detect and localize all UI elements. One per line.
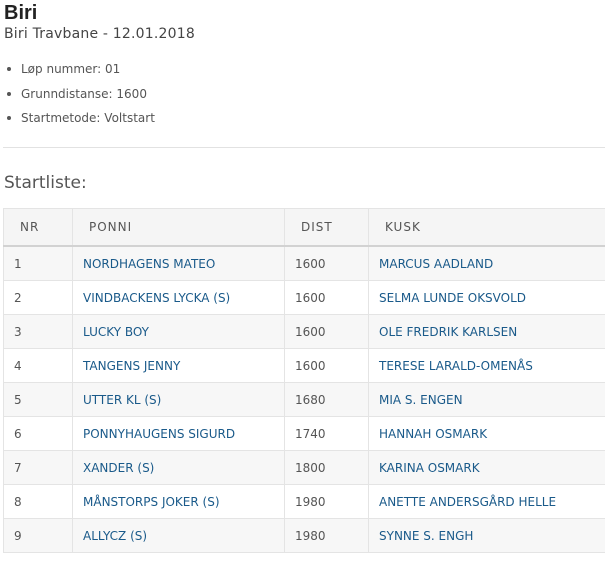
- column-header-ponni[interactable]: PONNI: [72, 208, 285, 247]
- cell-dist: 1600: [284, 245, 369, 281]
- cell-dist: 1600: [284, 314, 369, 349]
- cell-kusk: HANNAH OSMARK: [368, 416, 605, 451]
- cell-nr: 8: [3, 484, 73, 519]
- pony-link[interactable]: UTTER KL (S): [83, 393, 161, 407]
- pony-link[interactable]: TANGENS JENNY: [83, 359, 180, 373]
- pony-link[interactable]: LUCKY BOY: [83, 325, 149, 339]
- driver-link[interactable]: KARINA OSMARK: [379, 461, 480, 475]
- track-title: Biri: [4, 2, 38, 24]
- column-header-nr[interactable]: NR: [3, 208, 73, 247]
- cell-dist: 1980: [284, 518, 369, 553]
- table-row: 1 NORDHAGENS MATEO 1600 MARCUS AADLAND: [3, 245, 605, 281]
- cell-nr: 9: [3, 518, 73, 553]
- cell-kusk: TERESE LARALD-OMENÅS: [368, 348, 605, 383]
- driver-link[interactable]: MIA S. ENGEN: [379, 393, 463, 407]
- table-row: 8 MÅNSTORPS JOKER (S) 1980 ANETTE ANDERS…: [3, 484, 605, 519]
- race-subtitle: Biri Travbane - 12.01.2018: [4, 26, 195, 42]
- cell-dist: 1680: [284, 382, 369, 417]
- cell-ponni: NORDHAGENS MATEO: [72, 245, 285, 281]
- cell-ponni: MÅNSTORPS JOKER (S): [72, 484, 285, 519]
- driver-link[interactable]: SYNNE S. ENGH: [379, 529, 473, 543]
- startlist-heading: Startliste:: [4, 173, 87, 193]
- driver-link[interactable]: ANETTE ANDERSGÅRD HELLE: [379, 495, 556, 509]
- table-row: 9 ALLYCZ (S) 1980 SYNNE S. ENGH: [3, 518, 605, 553]
- cell-nr: 5: [3, 382, 73, 417]
- pony-link[interactable]: VINDBACKENS LYCKA (S): [83, 291, 230, 305]
- cell-nr: 2: [3, 280, 73, 315]
- cell-nr: 1: [3, 245, 73, 281]
- driver-link[interactable]: SELMA LUNDE OKSVOLD: [379, 291, 526, 305]
- race-info-list: Løp nummer: 01 Grunndistanse: 1600 Start…: [4, 60, 155, 134]
- table-header-row: NR PONNI DIST KUSK: [3, 208, 605, 247]
- pony-link[interactable]: MÅNSTORPS JOKER (S): [83, 495, 220, 509]
- race-page: Biri Biri Travbane - 12.01.2018 Løp numm…: [0, 0, 605, 563]
- cell-ponni: PONNYHAUGENS SIGURD: [72, 416, 285, 451]
- start-method-text: Startmetode: Voltstart: [21, 111, 155, 125]
- cell-dist: 1980: [284, 484, 369, 519]
- cell-kusk: MARCUS AADLAND: [368, 245, 605, 281]
- cell-dist: 1740: [284, 416, 369, 451]
- bullet-icon: [7, 116, 11, 120]
- cell-nr: 6: [3, 416, 73, 451]
- driver-link[interactable]: TERESE LARALD-OMENÅS: [379, 359, 533, 373]
- driver-link[interactable]: OLE FREDRIK KARLSEN: [379, 325, 517, 339]
- pony-link[interactable]: XANDER (S): [83, 461, 154, 475]
- cell-nr: 7: [3, 450, 73, 485]
- start-method-item: Startmetode: Voltstart: [4, 109, 155, 134]
- cell-nr: 4: [3, 348, 73, 383]
- cell-kusk: SYNNE S. ENGH: [368, 518, 605, 553]
- bullet-icon: [7, 91, 11, 96]
- pony-link[interactable]: PONNYHAUGENS SIGURD: [83, 427, 235, 441]
- base-distance-item: Grunndistanse: 1600: [4, 85, 155, 110]
- table-row: 7 XANDER (S) 1800 KARINA OSMARK: [3, 450, 605, 485]
- cell-ponni: LUCKY BOY: [72, 314, 285, 349]
- cell-kusk: KARINA OSMARK: [368, 450, 605, 485]
- cell-ponni: ALLYCZ (S): [72, 518, 285, 553]
- column-header-dist[interactable]: DIST: [284, 208, 369, 247]
- cell-ponni: VINDBACKENS LYCKA (S): [72, 280, 285, 315]
- cell-ponni: TANGENS JENNY: [72, 348, 285, 383]
- cell-ponni: XANDER (S): [72, 450, 285, 485]
- cell-kusk: SELMA LUNDE OKSVOLD: [368, 280, 605, 315]
- race-number-text: Løp nummer: 01: [21, 62, 121, 76]
- cell-kusk: OLE FREDRIK KARLSEN: [368, 314, 605, 349]
- race-number-item: Løp nummer: 01: [4, 60, 155, 85]
- table-row: 6 PONNYHAUGENS SIGURD 1740 HANNAH OSMARK: [3, 416, 605, 451]
- cell-kusk: ANETTE ANDERSGÅRD HELLE: [368, 484, 605, 519]
- base-distance-text: Grunndistanse: 1600: [21, 86, 147, 101]
- bullet-icon: [7, 67, 11, 71]
- pony-link[interactable]: ALLYCZ (S): [83, 529, 147, 543]
- table-row: 2 VINDBACKENS LYCKA (S) 1600 SELMA LUNDE…: [3, 280, 605, 315]
- cell-kusk: MIA S. ENGEN: [368, 382, 605, 417]
- column-header-kusk[interactable]: KUSK: [368, 208, 605, 247]
- cell-dist: 1800: [284, 450, 369, 485]
- section-divider: [3, 147, 605, 148]
- cell-dist: 1600: [284, 280, 369, 315]
- cell-nr: 3: [3, 314, 73, 349]
- driver-link[interactable]: MARCUS AADLAND: [379, 257, 493, 271]
- driver-link[interactable]: HANNAH OSMARK: [379, 427, 487, 441]
- table-row: 5 UTTER KL (S) 1680 MIA S. ENGEN: [3, 382, 605, 417]
- startlist-table: NR PONNI DIST KUSK 1 NORDHAGENS MATEO 16…: [3, 208, 605, 553]
- table-row: 3 LUCKY BOY 1600 OLE FREDRIK KARLSEN: [3, 314, 605, 349]
- pony-link[interactable]: NORDHAGENS MATEO: [83, 257, 215, 271]
- cell-ponni: UTTER KL (S): [72, 382, 285, 417]
- cell-dist: 1600: [284, 348, 369, 383]
- table-row: 4 TANGENS JENNY 1600 TERESE LARALD-OMENÅ…: [3, 348, 605, 383]
